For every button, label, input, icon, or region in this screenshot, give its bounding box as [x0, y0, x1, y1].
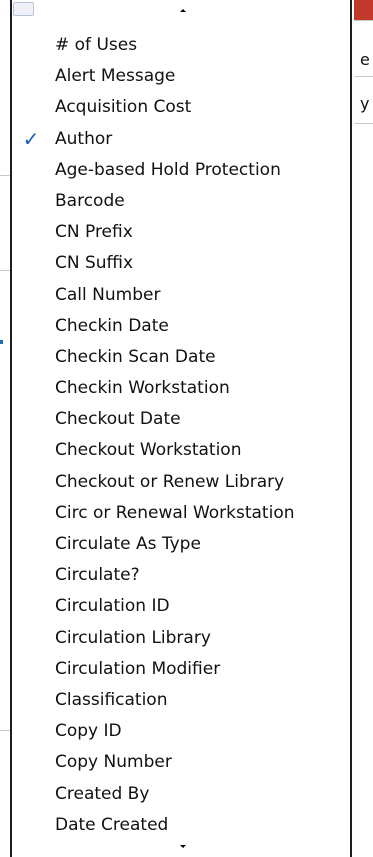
menu-item[interactable]: Circ or Renewal Workstation	[12, 498, 350, 529]
menu-item-label: # of Uses	[55, 35, 138, 55]
divider	[0, 270, 10, 271]
menu-item[interactable]: Alert Message	[12, 61, 350, 92]
column-picker-menu: # of Uses Alert Message Acquisition Cost ✓ A…	[10, 0, 352, 857]
menu-item-label: Checkin Date	[55, 315, 169, 336]
menu-item-label: Circ or Renewal Workstation	[55, 502, 295, 523]
menu-item-label: Checkout Date	[55, 409, 181, 430]
screen: e y # of Uses Alert Message Acquisition Co…	[0, 0, 373, 857]
menu-item-label: Circulate?	[55, 565, 140, 586]
background-titlebar	[354, 0, 373, 20]
menu-item[interactable]: Checkout or Renew Library	[12, 467, 350, 498]
menu-item[interactable]: Checkin Date	[12, 311, 350, 342]
divider	[354, 76, 373, 77]
menu-item-label: CN Prefix	[55, 222, 133, 243]
menu-item-label: Created By	[55, 783, 150, 804]
divider	[354, 20, 373, 21]
menu-item[interactable]: Copy Number	[12, 747, 350, 778]
divider	[354, 123, 373, 124]
divider	[0, 175, 10, 176]
scroll-up-icon[interactable]	[180, 9, 186, 12]
background-window-right: e y	[354, 0, 373, 857]
menu-item[interactable]: Checkout Workstation	[12, 435, 350, 466]
menu-item[interactable]: Checkin Workstation	[12, 373, 350, 404]
menu-item-label: Date Created	[55, 814, 169, 835]
menu-item-label: Circulate As Type	[55, 534, 201, 554]
menu-item[interactable]: Barcode	[12, 186, 350, 217]
menu-item[interactable]: Circulate As Type	[12, 529, 350, 560]
menu-item[interactable]: Copy ID	[12, 716, 350, 747]
menu-item-label: Author	[55, 128, 113, 149]
menu-item[interactable]: Circulate?	[12, 560, 350, 591]
menu-item-label: Checkout or Renew Library	[55, 471, 285, 492]
menu-item-label: Checkin Workstation	[55, 378, 230, 399]
background-window-left	[0, 0, 10, 857]
menu-item-label: Circulation Library	[55, 627, 211, 648]
menu-item-label: CN Suffix	[55, 253, 134, 274]
menu-item-label: Checkin Scan Date	[55, 346, 216, 367]
menu-item-label: Barcode	[55, 190, 125, 211]
menu-item[interactable]: Checkin Scan Date	[12, 342, 350, 373]
menu-item-label: Alert Message	[55, 66, 176, 87]
menu-item[interactable]: Created By	[12, 779, 350, 810]
menu-item-list: # of Uses Alert Message Acquisition Cost ✓ A…	[12, 30, 350, 841]
menu-item[interactable]: ✓ Author	[12, 124, 350, 155]
menu-item[interactable]: CN Suffix	[12, 248, 350, 279]
menu-item[interactable]: Circulation ID	[12, 591, 350, 622]
menu-item[interactable]: Acquisition Cost	[12, 92, 350, 123]
menu-item[interactable]: Classification	[12, 685, 350, 716]
background-marker	[0, 340, 3, 344]
menu-item-label: Circulation ID	[55, 596, 170, 617]
menu-item-label: Checkout Workstation	[55, 440, 242, 461]
menu-item[interactable]: Age-based Hold Protection	[12, 155, 350, 186]
menu-item-label: Copy ID	[55, 721, 122, 742]
menu-item-label: Circulation Modifier	[55, 658, 221, 679]
menu-corner-stub	[13, 2, 34, 16]
menu-item[interactable]: # of Uses	[12, 30, 350, 61]
menu-item-label: Classification	[55, 689, 168, 710]
background-text-fragment: y	[360, 94, 370, 113]
menu-item[interactable]: Date Created	[12, 810, 350, 841]
menu-item[interactable]: Circulation Modifier	[12, 654, 350, 685]
menu-item[interactable]: Checkout Date	[12, 404, 350, 435]
menu-item-label: Copy Number	[55, 752, 172, 773]
menu-item-label: Call Number	[55, 284, 161, 305]
background-text-fragment: e	[360, 50, 370, 69]
menu-item-label: Acquisition Cost	[55, 97, 192, 118]
checkmark-icon: ✓	[22, 126, 40, 151]
menu-item[interactable]: Call Number	[12, 280, 350, 311]
menu-item[interactable]: CN Prefix	[12, 217, 350, 248]
scroll-down-icon[interactable]	[180, 845, 186, 848]
divider	[0, 730, 10, 731]
menu-item-label: Age-based Hold Protection	[55, 159, 281, 180]
menu-item[interactable]: Circulation Library	[12, 623, 350, 654]
